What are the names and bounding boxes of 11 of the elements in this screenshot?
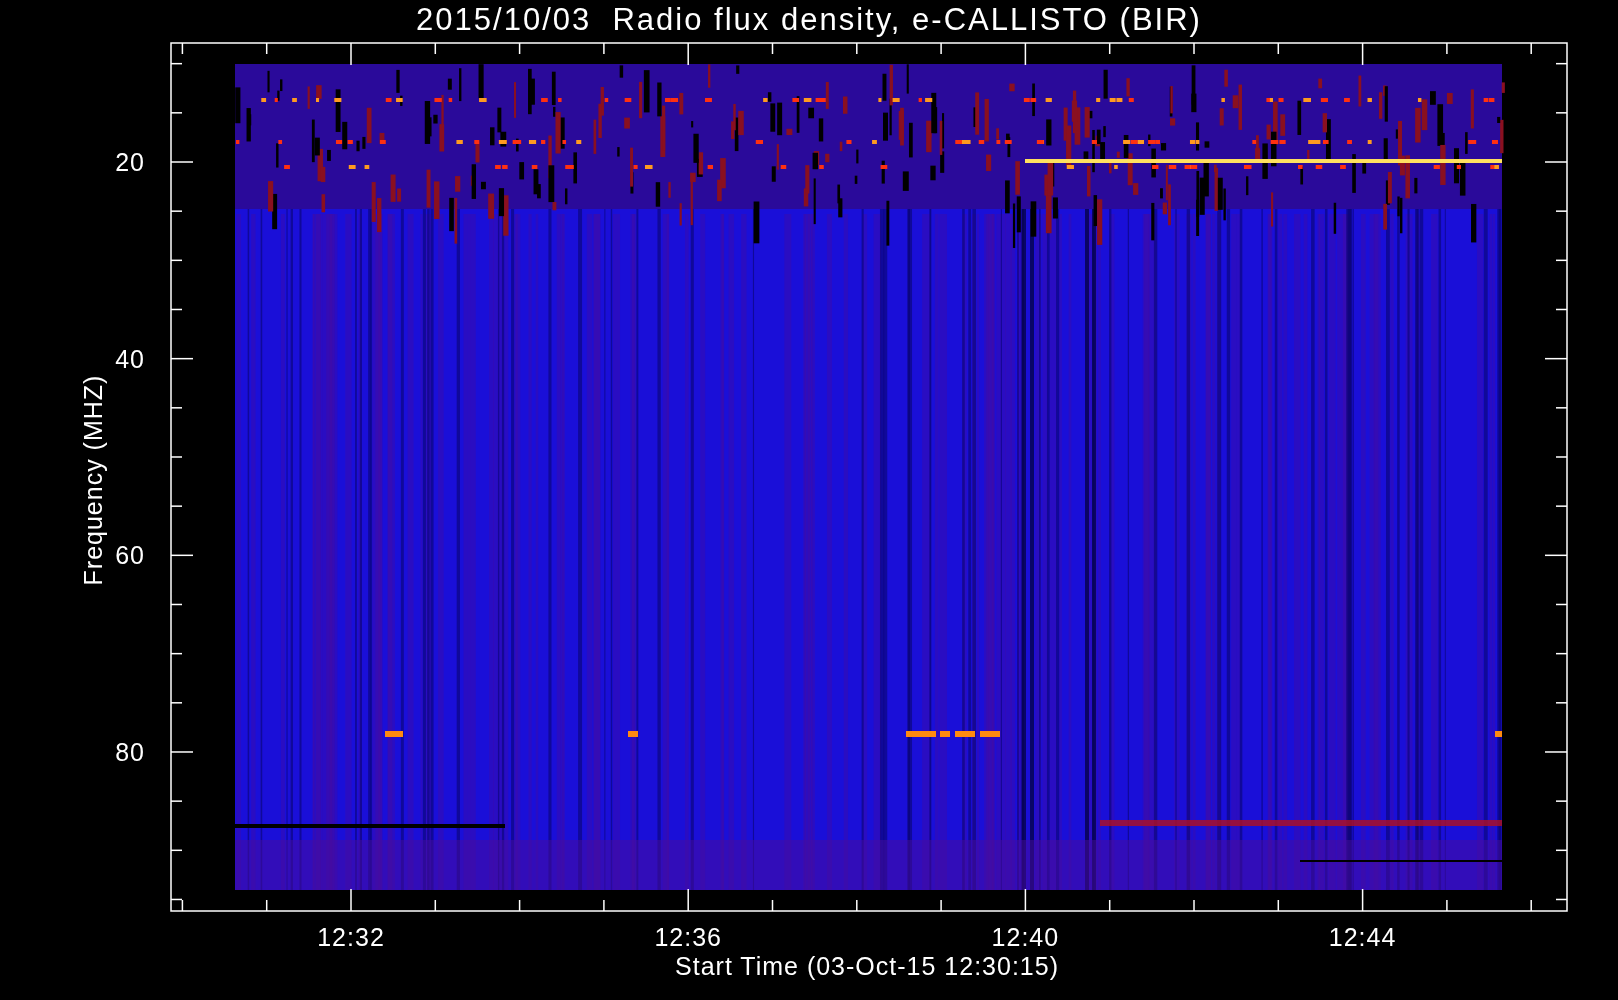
y-axis-label: Frequency (MHZ): [78, 374, 108, 586]
y-tick-label: 20: [115, 147, 145, 177]
x-tick-label: 12:40: [991, 922, 1060, 952]
x-axis-label: Start Time (03-Oct-15 12:30:15): [675, 951, 1059, 981]
chart-title: 2015/10/03 Radio flux density, e-CALLISTO (BIR): [415, 2, 1203, 38]
x-tick-label: 12:32: [317, 922, 385, 952]
y-tick-label: 60: [115, 540, 145, 570]
y-tick-label: 40: [115, 344, 145, 374]
x-tick-label: 12:44: [1328, 922, 1397, 952]
x-tick-label: 12:36: [654, 922, 722, 952]
y-tick-label: 80: [115, 737, 145, 767]
